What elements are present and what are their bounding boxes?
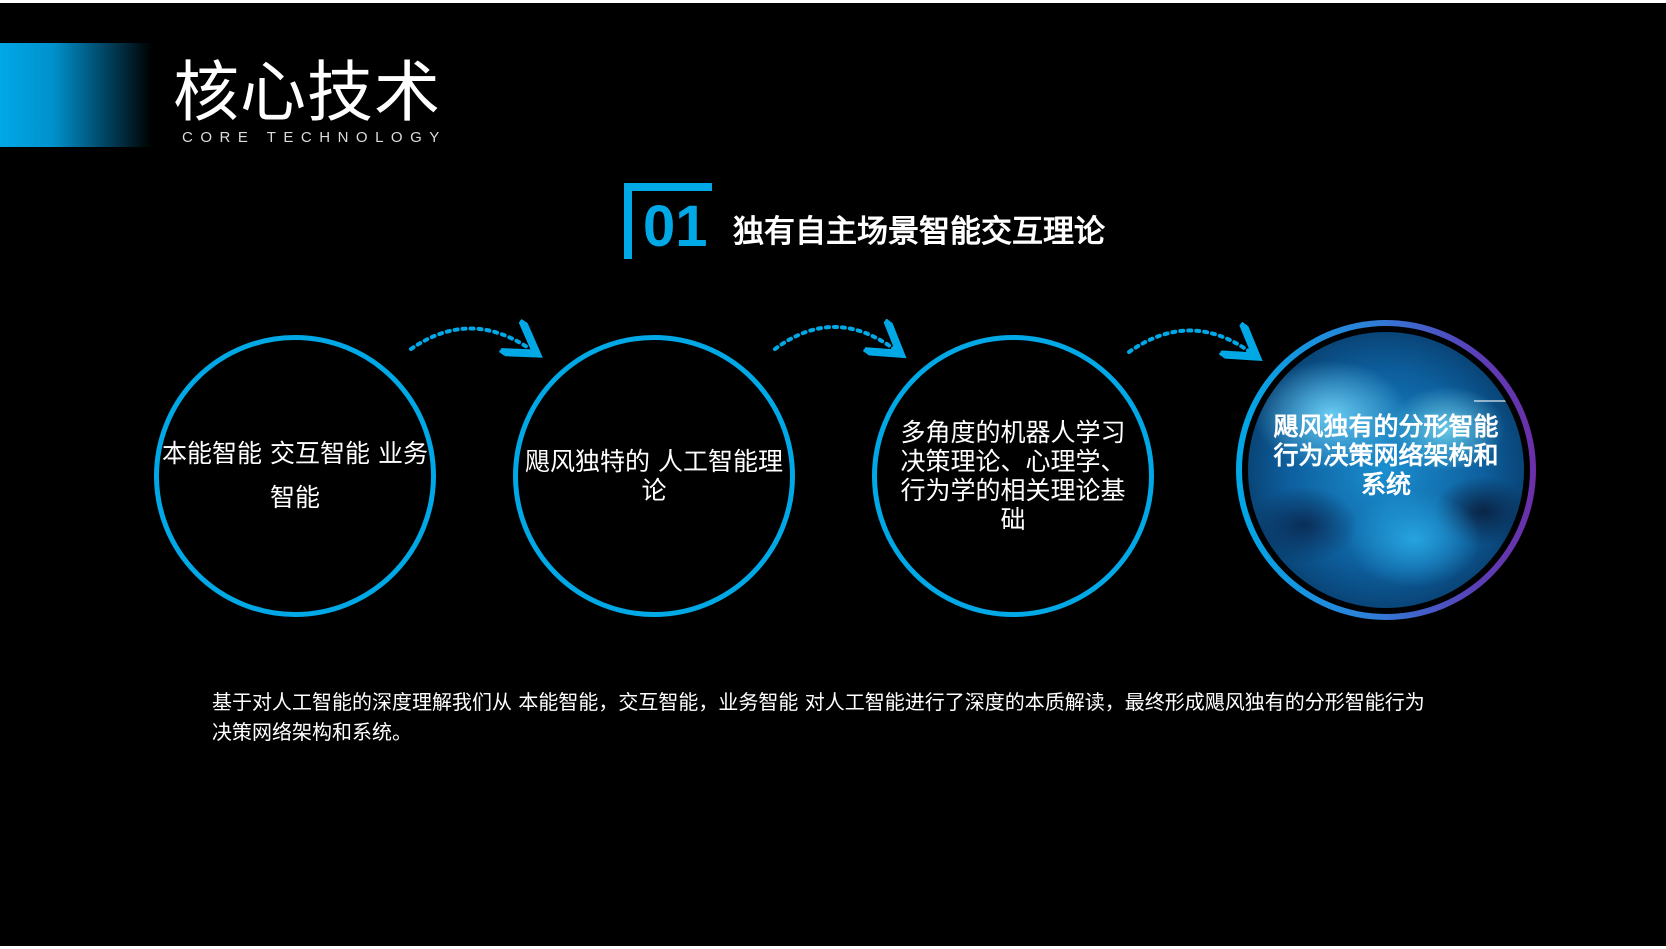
dotted-arrow-icon-1 <box>409 329 530 350</box>
concept-circle-2-text: 飓风独特的 人工智能理论 <box>518 447 790 505</box>
decorative-line <box>1474 400 1508 406</box>
concept-circle-4-text: 飓风独有的分形智能行为决策网络架构和系统 <box>1273 411 1499 499</box>
concept-circle-2-line-2: 人工智能理论 <box>641 447 783 505</box>
concept-circle-1-text: 本能智能 交互智能 业务智能 <box>159 432 431 520</box>
slide: 核心技术 CORE TECHNOLOGY 01 独有自主场景智能交互理论 本能智… <box>0 3 1666 946</box>
concept-circle-3: 多角度的机器人学习决策理论、心理学、行为学的相关理论基础 <box>872 335 1154 617</box>
description-text: 基于对人工智能的深度理解我们从 本能智能，交互智能，业务智能 对人工智能进行了深… <box>212 690 1425 744</box>
concept-circle-4-ring: 飓风独有的分形智能行为决策网络架构和系统 <box>1242 326 1530 614</box>
dotted-arrow-icon-2 <box>773 327 894 349</box>
nebula-image: 飓风独有的分形智能行为决策网络架构和系统 <box>1248 332 1524 608</box>
concept-circle-2: 飓风独特的 人工智能理论 <box>513 335 795 617</box>
concept-circle-3-text: 多角度的机器人学习决策理论、心理学、行为学的相关理论基础 <box>900 418 1126 534</box>
concept-circle-1: 本能智能 交互智能 业务智能 <box>154 335 436 617</box>
concept-circle-1-line-2: 交互智能 <box>269 439 370 468</box>
concept-circle-1-line-1: 本能智能 <box>162 439 263 468</box>
concept-circle-2-line-1: 飓风独特的 <box>525 447 651 476</box>
concept-circle-4: 飓风独有的分形智能行为决策网络架构和系统 <box>1236 320 1536 620</box>
dotted-arrow-icon-3 <box>1127 331 1250 353</box>
